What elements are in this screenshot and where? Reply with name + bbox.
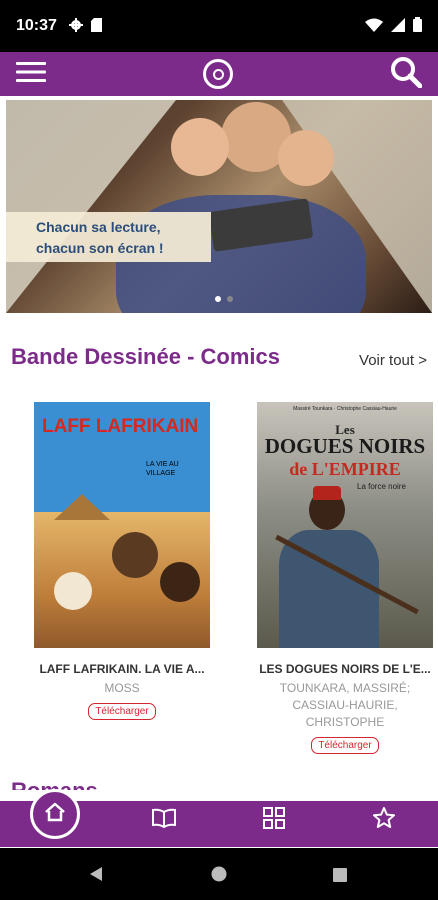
back-icon[interactable] <box>88 866 104 886</box>
home-circle-icon[interactable] <box>211 866 227 886</box>
cover-character <box>160 562 200 602</box>
book-author: TOUNKARA, MASSIRÉ; CASSIAU-HAURIE, CHRIS… <box>279 681 411 729</box>
star-icon <box>372 806 396 834</box>
cover-title: LAFF LAFRIKAIN <box>42 416 199 437</box>
carousel-dot-2[interactable] <box>227 296 233 302</box>
app-bar <box>0 52 438 96</box>
open-book-icon <box>151 808 177 832</box>
hero-person-child-left <box>171 118 229 176</box>
grid-icon <box>263 807 285 833</box>
book-title[interactable]: LAFF LAFRIKAIN. LA VIE A... <box>29 662 215 676</box>
carousel-dot-1[interactable] <box>215 296 221 302</box>
cover-hut <box>54 494 110 520</box>
download-button[interactable]: Télécharger <box>311 737 379 754</box>
wifi-icon <box>365 17 383 36</box>
nav-categories-button[interactable] <box>260 806 288 834</box>
hamburger-menu-icon[interactable] <box>16 61 46 87</box>
hero-banner[interactable]: Chacun sa lecture, chacun son écran ! <box>6 100 432 313</box>
hero-caption: Chacun sa lecture, chacun son écran ! <box>6 212 211 262</box>
carousel-dots <box>215 296 233 302</box>
search-icon[interactable] <box>390 56 423 92</box>
cover-title-line-2: DOGUES NOIRS <box>264 434 426 458</box>
book-title[interactable]: LES DOGUES NOIRS DE L'E... <box>252 662 438 676</box>
app-logo-icon[interactable] <box>203 59 233 89</box>
see-all-link[interactable]: Voir tout > <box>359 352 427 369</box>
cover-character <box>54 572 92 610</box>
hero-person-child-right <box>278 130 334 186</box>
book-author: MOSS <box>104 681 140 695</box>
sd-card-icon <box>90 17 102 36</box>
battery-icon <box>413 16 422 36</box>
nav-favorites-button[interactable] <box>370 806 398 834</box>
book-card[interactable]: LAFF LAFRIKAIN LA VIE AU VILLAGE LAFF LA… <box>29 402 215 720</box>
nav-library-button[interactable] <box>150 806 178 834</box>
signal-icon <box>391 17 405 36</box>
home-icon <box>44 802 66 826</box>
nav-home-button[interactable] <box>30 789 80 839</box>
cover-authors: Massiré Tounkara · Christophe Cassiau-Ha… <box>293 406 397 412</box>
cover-subtitle: LA VIE AU VILLAGE <box>146 461 179 477</box>
book-cover[interactable]: LAFF LAFRIKAIN LA VIE AU VILLAGE <box>34 402 210 648</box>
status-bar: 10:37 <box>0 0 438 52</box>
hero-caption-line-2: chacun son écran ! <box>36 240 164 256</box>
book-card[interactable]: Massiré Tounkara · Christophe Cassiau-Ha… <box>252 402 438 754</box>
download-button[interactable]: Télécharger <box>88 703 156 720</box>
settings-gear-icon <box>68 17 83 36</box>
recents-square-icon[interactable] <box>333 867 347 886</box>
book-cover[interactable]: Massiré Tounkara · Christophe Cassiau-Ha… <box>257 402 433 648</box>
system-navigation-bar <box>0 848 438 900</box>
cover-character <box>112 532 158 578</box>
cover-soldier-fez <box>313 486 341 500</box>
cover-subtitle: La force noire <box>357 482 406 491</box>
status-time: 10:37 <box>16 17 57 34</box>
hero-caption-line-1: Chacun sa lecture, <box>36 219 161 235</box>
section-title: Bande Dessinée - Comics <box>11 344 280 369</box>
cover-title-line-3: de L'EMPIRE <box>289 459 401 479</box>
